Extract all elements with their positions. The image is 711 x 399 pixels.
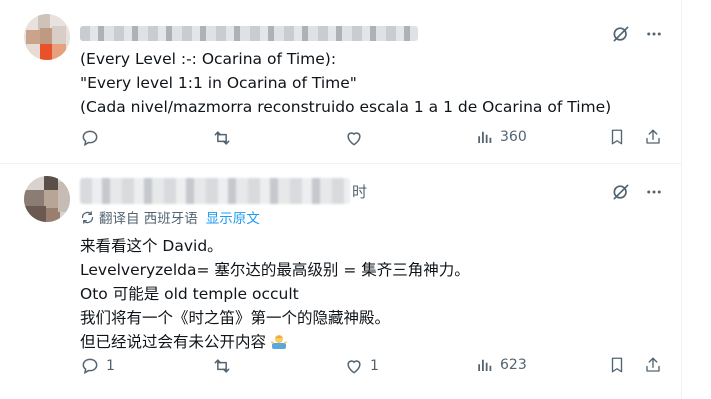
reply-button[interactable]: 1: [80, 356, 115, 376]
views-count: 360: [500, 129, 527, 145]
translate-icon: [80, 210, 95, 225]
post-action-bar: 1 1 623: [80, 356, 664, 380]
post-text-line: 来看看这个 David。: [80, 237, 223, 255]
post-text-line: 我们将有一个《时之笛》第一个的隐藏神殿。: [80, 309, 391, 327]
post-text-line-with-emoji: 但已经说过会有未公开内容: [80, 330, 661, 354]
share-icon: [644, 128, 662, 146]
author-name-redacted[interactable]: [80, 26, 418, 41]
reply-count: 1: [106, 358, 115, 374]
author-name-redacted[interactable]: [80, 178, 350, 204]
post-text-line: 但已经说过会有未公开内容: [80, 333, 267, 351]
like-icon: [344, 356, 364, 376]
timeline: (Every Level :-: Ocarina of Time): "Ever…: [0, 0, 682, 399]
translation-notice: 翻译自 西班牙语 显示原文: [80, 207, 260, 227]
post-text-line: Levelveryzelda= 塞尔达的最高级别 = 集齐三角神力。: [80, 261, 470, 279]
post-action-bar: 360: [80, 128, 664, 152]
post-text: 来看看这个 David。 Levelveryzelda= 塞尔达的最高级别 = …: [80, 234, 661, 354]
like-button[interactable]: [344, 128, 370, 148]
bookmark-icon: [608, 128, 626, 146]
post-top-actions: [611, 24, 663, 44]
repost-icon: [212, 356, 232, 376]
bookmark-button[interactable]: [608, 128, 626, 146]
views-button[interactable]: 623: [476, 356, 527, 374]
more-icon[interactable]: [645, 183, 663, 201]
post-text-line: (Cada nivel/mazmorra reconstruido escala…: [80, 98, 612, 116]
repost-button[interactable]: [212, 356, 238, 376]
reply-icon: [80, 128, 100, 148]
bookmark-button[interactable]: [608, 356, 626, 374]
bookmark-icon: [608, 356, 626, 374]
views-icon: [476, 128, 494, 146]
post-text-line: "Every level 1:1 in Ocarina of Time": [80, 74, 357, 92]
repost-icon: [212, 128, 232, 148]
views-count: 623: [500, 357, 527, 373]
views-icon: [476, 356, 494, 374]
avatar[interactable]: [24, 14, 70, 60]
post-text: (Every Level :-: Ocarina of Time): "Ever…: [80, 47, 661, 119]
more-icon[interactable]: [645, 25, 663, 43]
share-icon: [644, 356, 662, 374]
like-button[interactable]: 1: [344, 356, 379, 376]
grok-icon[interactable]: [611, 24, 631, 44]
post-top-actions: [611, 182, 663, 202]
grok-icon[interactable]: [611, 182, 631, 202]
like-icon: [344, 128, 364, 148]
post[interactable]: 时 翻译自 西班牙语 显示原文 来看看这个 David。 Levelveryze…: [0, 164, 681, 399]
reply-button[interactable]: [80, 128, 106, 148]
post-text-line: (Every Level :-: Ocarina of Time):: [80, 50, 337, 68]
post-time[interactable]: 时: [352, 181, 367, 202]
person-shrugging-emoji: [270, 332, 288, 349]
reply-icon: [80, 356, 100, 376]
avatar[interactable]: [24, 176, 70, 222]
share-button[interactable]: [644, 128, 662, 146]
post-text-line: Oto 可能是 old temple occult: [80, 285, 299, 303]
repost-button[interactable]: [212, 128, 238, 148]
post[interactable]: (Every Level :-: Ocarina of Time): "Ever…: [0, 0, 681, 164]
show-original-link[interactable]: 显示原文: [206, 207, 260, 227]
views-button[interactable]: 360: [476, 128, 527, 146]
translated-from-label: 翻译自 西班牙语: [99, 211, 198, 227]
share-button[interactable]: [644, 356, 662, 374]
like-count: 1: [370, 358, 379, 374]
